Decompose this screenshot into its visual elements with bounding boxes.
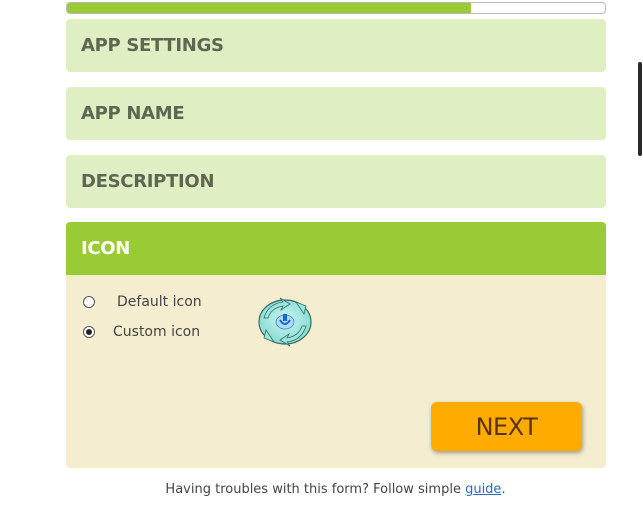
- section-description-header[interactable]: DESCRIPTION: [66, 155, 606, 208]
- section-app-settings-header[interactable]: APP SETTINGS: [66, 19, 606, 72]
- help-text: Having troubles with this form? Follow s…: [0, 482, 643, 497]
- custom-icon-option[interactable]: Custom icon: [83, 324, 200, 340]
- help-text-label: Having troubles with this form? Follow s…: [165, 482, 461, 497]
- custom-app-icon: [256, 296, 314, 348]
- scrollbar[interactable]: [638, 62, 642, 156]
- progress-fill: [67, 3, 471, 13]
- section-description[interactable]: DESCRIPTION: [66, 155, 606, 208]
- section-app-name[interactable]: APP NAME: [66, 87, 606, 140]
- app-form-page: APP SETTINGS APP NAME DESCRIPTION ICON D…: [0, 0, 643, 528]
- section-app-settings[interactable]: APP SETTINGS: [66, 19, 606, 72]
- default-icon-label: Default icon: [117, 294, 202, 310]
- section-icon-header[interactable]: ICON: [66, 222, 606, 275]
- custom-icon-label: Custom icon: [113, 324, 201, 340]
- help-suffix: .: [501, 482, 506, 497]
- default-icon-radio[interactable]: [83, 296, 95, 308]
- section-icon: ICON Default icon Custom icon NEXT: [66, 222, 606, 468]
- guide-link[interactable]: guide: [465, 482, 501, 497]
- progress-bar: [66, 2, 606, 14]
- section-app-name-header[interactable]: APP NAME: [66, 87, 606, 140]
- default-icon-option[interactable]: Default icon: [83, 294, 202, 310]
- next-button[interactable]: NEXT: [431, 402, 582, 451]
- custom-icon-radio[interactable]: [83, 326, 95, 338]
